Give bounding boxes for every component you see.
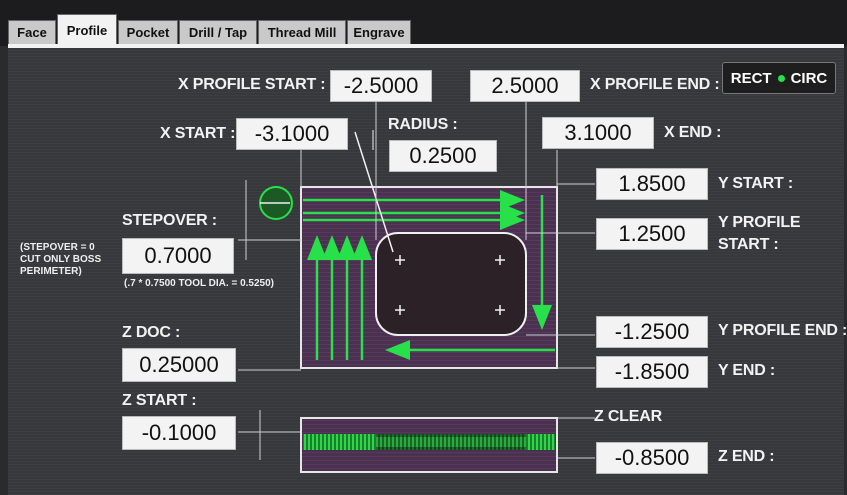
- shape-toggle[interactable]: RECT CIRC: [722, 62, 836, 94]
- x-start-label: X START :: [160, 125, 236, 142]
- radius-input[interactable]: 0.2500: [389, 140, 497, 172]
- z-end-label: Z END :: [718, 448, 775, 465]
- z-doc-input[interactable]: 0.25000: [122, 348, 236, 382]
- x-profile-start-label: X PROFILE START :: [178, 76, 326, 93]
- z-clear-label: Z CLEAR: [594, 408, 662, 425]
- y-start-label: Y START :: [718, 175, 793, 192]
- stepover-side-note-3: PERIMETER): [20, 266, 82, 277]
- y-start-input[interactable]: 1.8500: [596, 168, 708, 200]
- z-end-input[interactable]: -0.8500: [596, 442, 708, 474]
- x-start-input[interactable]: -3.1000: [236, 118, 348, 150]
- z-doc-label: Z DOC :: [122, 324, 181, 341]
- stepover-input[interactable]: 0.7000: [122, 238, 234, 274]
- z-start-label: Z START :: [122, 392, 197, 409]
- y-profile-start-label-line1: Y PROFILE: [718, 214, 801, 231]
- y-end-input[interactable]: -1.8500: [596, 356, 708, 388]
- y-profile-end-input[interactable]: -1.2500: [596, 316, 708, 348]
- circ-option[interactable]: CIRC: [791, 70, 828, 87]
- rect-option[interactable]: RECT: [731, 70, 772, 87]
- x-profile-end-label: X PROFILE END :: [590, 76, 720, 93]
- z-start-input[interactable]: -0.1000: [122, 416, 236, 450]
- y-profile-end-label: Y PROFILE END :: [718, 322, 847, 339]
- y-profile-start-input[interactable]: 1.2500: [596, 218, 708, 250]
- stepover-note: (.7 * 0.7500 TOOL DIA. = 0.5250): [124, 278, 274, 289]
- y-end-label: Y END :: [718, 362, 775, 379]
- toggle-indicator-icon: [777, 74, 785, 82]
- x-profile-start-input[interactable]: -2.5000: [330, 70, 432, 102]
- stepover-side-note-1: (STEPOVER = 0: [20, 242, 95, 253]
- y-profile-start-label-line2: START :: [718, 236, 779, 253]
- boss-profile: [375, 232, 527, 336]
- x-end-input[interactable]: 3.1000: [542, 117, 654, 149]
- x-profile-end-input[interactable]: 2.5000: [470, 70, 580, 102]
- radius-label: RADIUS :: [388, 116, 458, 133]
- stepover-label: STEPOVER :: [122, 212, 217, 229]
- stepover-side-note-2: CUT ONLY BOSS: [20, 254, 102, 265]
- x-end-label: X END :: [664, 124, 722, 141]
